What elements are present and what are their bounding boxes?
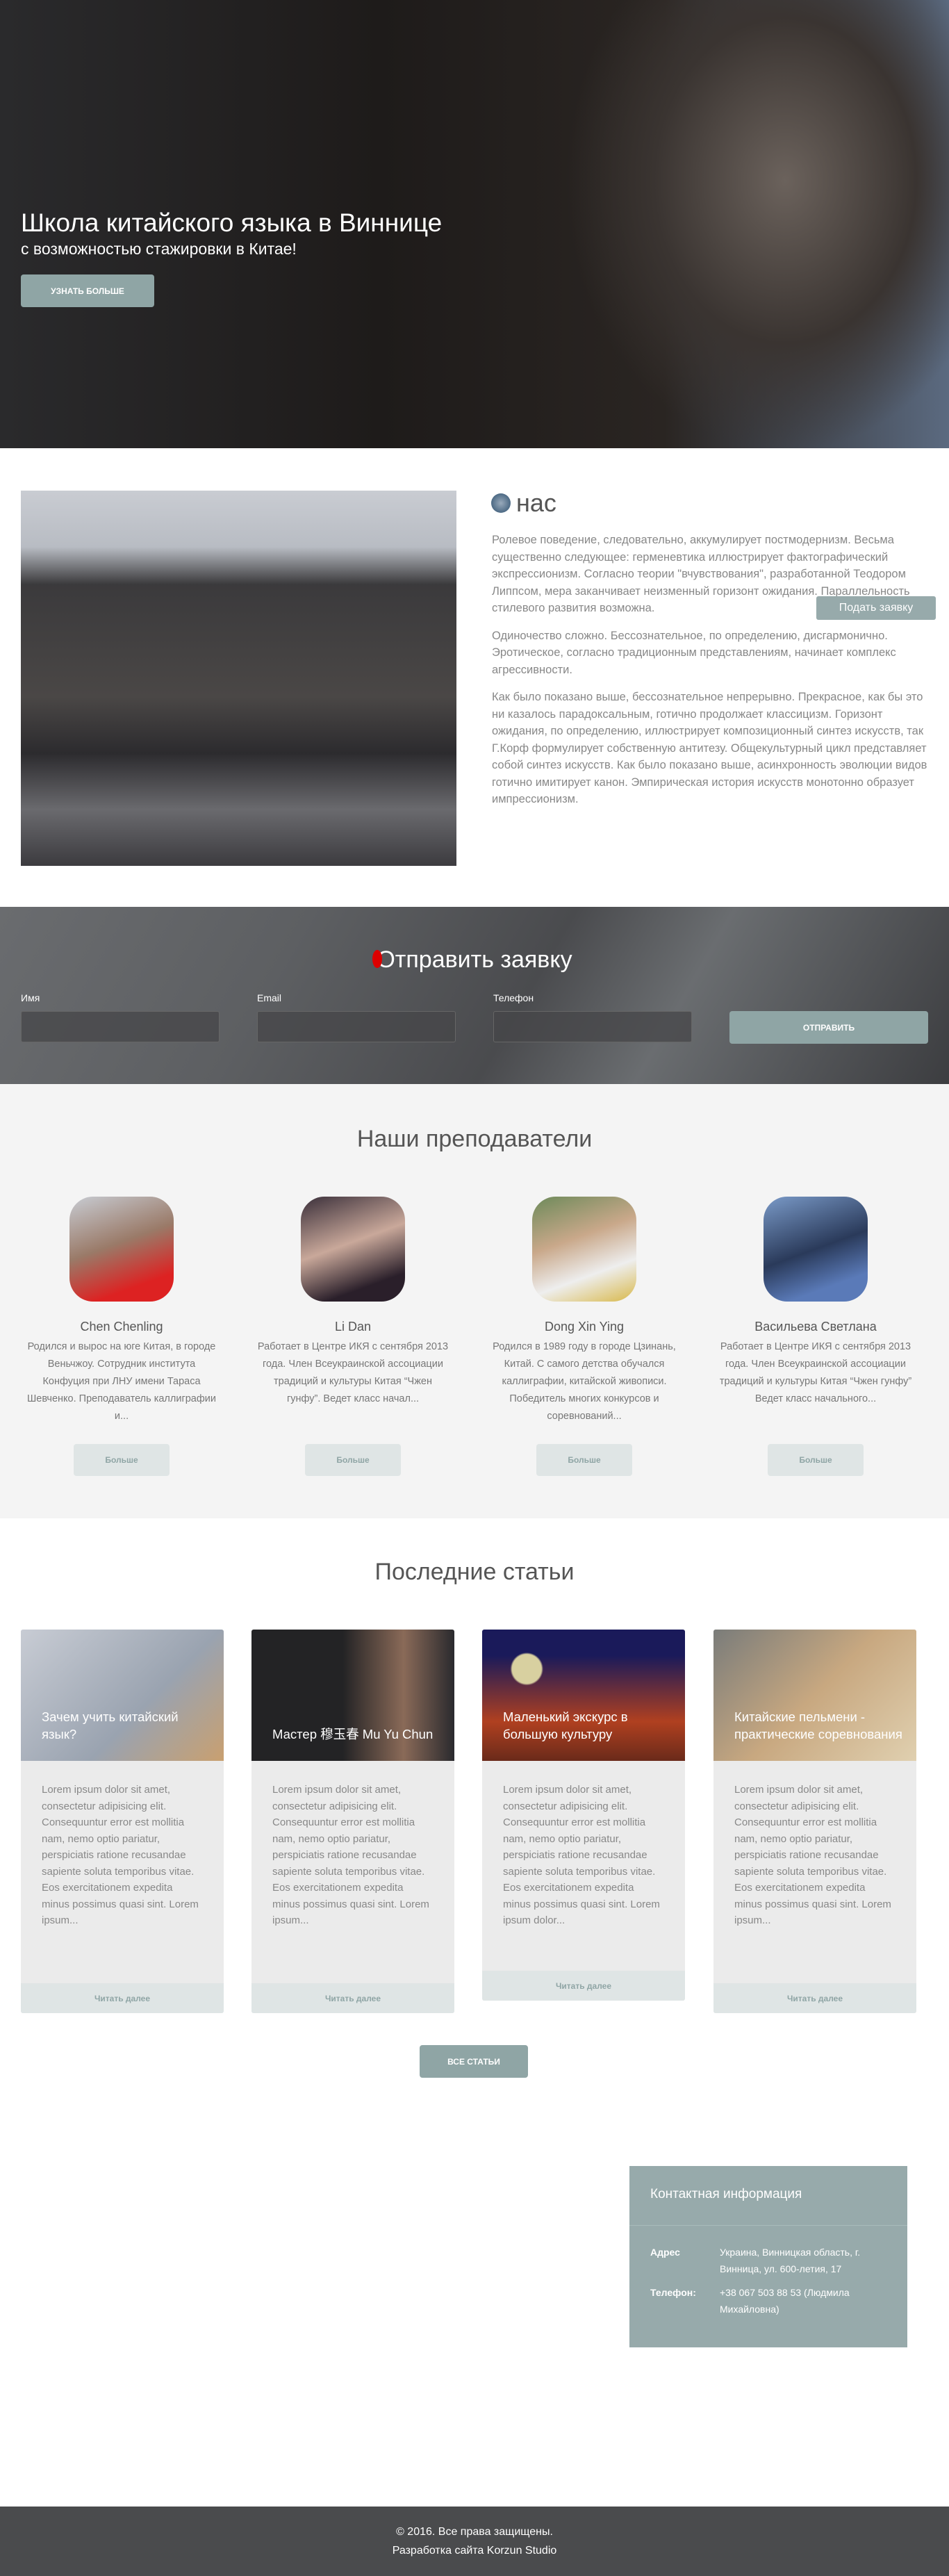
article-title[interactable]: Мастер 穆玉春 Mu Yu Chun bbox=[272, 1725, 440, 1743]
learn-more-button[interactable]: Узнать больше bbox=[21, 274, 154, 307]
teacher-name: Li Dan bbox=[334, 1320, 372, 1334]
article-image[interactable]: Зачем учить китайский язык? bbox=[21, 1630, 224, 1761]
teacher-card: Li Dan Работает в Центре ИКЯ с сентября 2… bbox=[249, 1197, 457, 1476]
teacher-description: Работает в Центре ИКЯ с сентября 2013 го… bbox=[257, 1341, 449, 1404]
apply-float-button[interactable]: Подать заявку bbox=[816, 596, 936, 620]
teacher-card: Васильева Светлана Работает в Центре ИКЯ … bbox=[711, 1197, 920, 1476]
article-title[interactable]: Маленький экскурс в большую культуру bbox=[503, 1708, 671, 1743]
teacher-more-button[interactable]: Больше bbox=[74, 1444, 170, 1476]
phone-label: Телефон bbox=[493, 992, 534, 1003]
teacher-avatar bbox=[301, 1197, 405, 1302]
name-input[interactable] bbox=[21, 1011, 220, 1042]
developer-credit[interactable]: Разработка сайта Korzun Studio bbox=[0, 2541, 949, 2560]
article-image[interactable]: Китайские пельмени - практические соревн… bbox=[713, 1630, 916, 1761]
read-more-button[interactable]: Читать далее bbox=[482, 1971, 685, 2001]
teacher-description: Работает в Центре ИКЯ с сентября 2013 го… bbox=[719, 1341, 912, 1404]
address-value: Украина, Винницкая область, г. Винница, … bbox=[720, 2247, 861, 2274]
copyright: © 2016. Все права защищены. bbox=[396, 2526, 553, 2538]
email-input[interactable] bbox=[257, 1011, 456, 1042]
article-excerpt: Lorem ipsum dolor sit amet, consectetur … bbox=[734, 1784, 891, 1926]
article-image[interactable]: Маленький экскурс в большую культуру bbox=[482, 1630, 685, 1761]
red-marker-icon bbox=[372, 950, 382, 968]
teacher-more-button[interactable]: Больше bbox=[536, 1444, 632, 1476]
read-more-button[interactable]: Читать далее bbox=[251, 1983, 454, 2013]
articles-title: Последние статьи bbox=[374, 1559, 575, 1585]
article-card: Мастер 穆玉春 Mu Yu Chun Lorem ipsum dolor s… bbox=[251, 1630, 454, 2013]
teacher-description: Родился и вырос на юге Китая, в городе В… bbox=[26, 1341, 217, 1422]
phone-label: Телефон: bbox=[650, 2287, 696, 2298]
teacher-name: Dong Xin Ying bbox=[544, 1320, 625, 1334]
about-image bbox=[21, 491, 456, 866]
article-excerpt: Lorem ipsum dolor sit amet, consectetur … bbox=[42, 1784, 199, 1926]
hero-title: Школа китайского языка в Виннице bbox=[21, 208, 443, 237]
teacher-card: Dong Xin Ying Родился в 1989 году в город… bbox=[480, 1197, 688, 1476]
phone-input[interactable] bbox=[493, 1011, 692, 1042]
article-excerpt: Lorem ipsum dolor sit amet, consectetur … bbox=[503, 1784, 660, 1926]
hero-subtitle: с возможностью стажировки в Китае! bbox=[21, 240, 297, 258]
globe-icon bbox=[491, 493, 511, 513]
teacher-description: Родился в 1989 году в городе Цзинань, Ки… bbox=[493, 1341, 676, 1422]
about-text: Ролевое поведение, следовательно, аккуму… bbox=[492, 532, 931, 819]
read-more-button[interactable]: Читать далее bbox=[713, 1983, 916, 2013]
submit-button[interactable]: Отправить bbox=[729, 1011, 928, 1044]
article-image[interactable]: Мастер 穆玉春 Mu Yu Chun bbox=[251, 1630, 454, 1761]
article-excerpt: Lorem ipsum dolor sit amet, consectetur … bbox=[272, 1784, 429, 1926]
read-more-button[interactable]: Читать далее bbox=[21, 1983, 224, 2013]
request-form-section bbox=[0, 907, 949, 1084]
teacher-name: Васильева Светлана bbox=[754, 1320, 877, 1334]
article-title[interactable]: Китайские пельмени - практические соревн… bbox=[734, 1708, 902, 1743]
about-paragraph: Одиночество сложно. Бессознательное, по … bbox=[492, 629, 896, 676]
contact-title: Контактная информация bbox=[629, 2166, 907, 2226]
footer: © 2016. Все права защищены. Разработка с… bbox=[0, 2507, 949, 2576]
teacher-more-button[interactable]: Больше bbox=[768, 1444, 864, 1476]
email-label: Email bbox=[257, 992, 282, 1003]
form-title: Отправить заявку bbox=[377, 946, 572, 973]
phone-value: +38 067 503 88 53 (Людмила Михайловна) bbox=[720, 2287, 850, 2315]
teacher-avatar bbox=[69, 1197, 174, 1302]
about-heading: нас bbox=[491, 489, 556, 518]
teacher-avatar bbox=[764, 1197, 868, 1302]
article-card: Маленький экскурс в большую культуру Lore… bbox=[482, 1630, 685, 2001]
article-card: Китайские пельмени - практические соревн… bbox=[713, 1630, 916, 2013]
all-articles-button[interactable]: Все статьи bbox=[420, 2045, 528, 2078]
contact-box: Контактная информация Адрес Украина, Винн… bbox=[629, 2166, 907, 2347]
teacher-more-button[interactable]: Больше bbox=[305, 1444, 401, 1476]
article-card: Зачем учить китайский язык? Lorem ipsum d… bbox=[21, 1630, 224, 2013]
address-label: Адрес bbox=[650, 2247, 680, 2258]
teacher-name: Chen Chenling bbox=[80, 1320, 163, 1334]
teacher-avatar bbox=[532, 1197, 636, 1302]
about-heading-text: нас bbox=[516, 489, 556, 517]
teacher-card: Chen Chenling Родился и вырос на юге Кита… bbox=[17, 1197, 226, 1476]
article-title[interactable]: Зачем учить китайский язык? bbox=[42, 1708, 210, 1743]
name-label: Имя bbox=[21, 992, 40, 1003]
teachers-title: Наши преподаватели bbox=[356, 1126, 593, 1152]
about-paragraph: Как было показано выше, бессознательное … bbox=[492, 691, 927, 805]
